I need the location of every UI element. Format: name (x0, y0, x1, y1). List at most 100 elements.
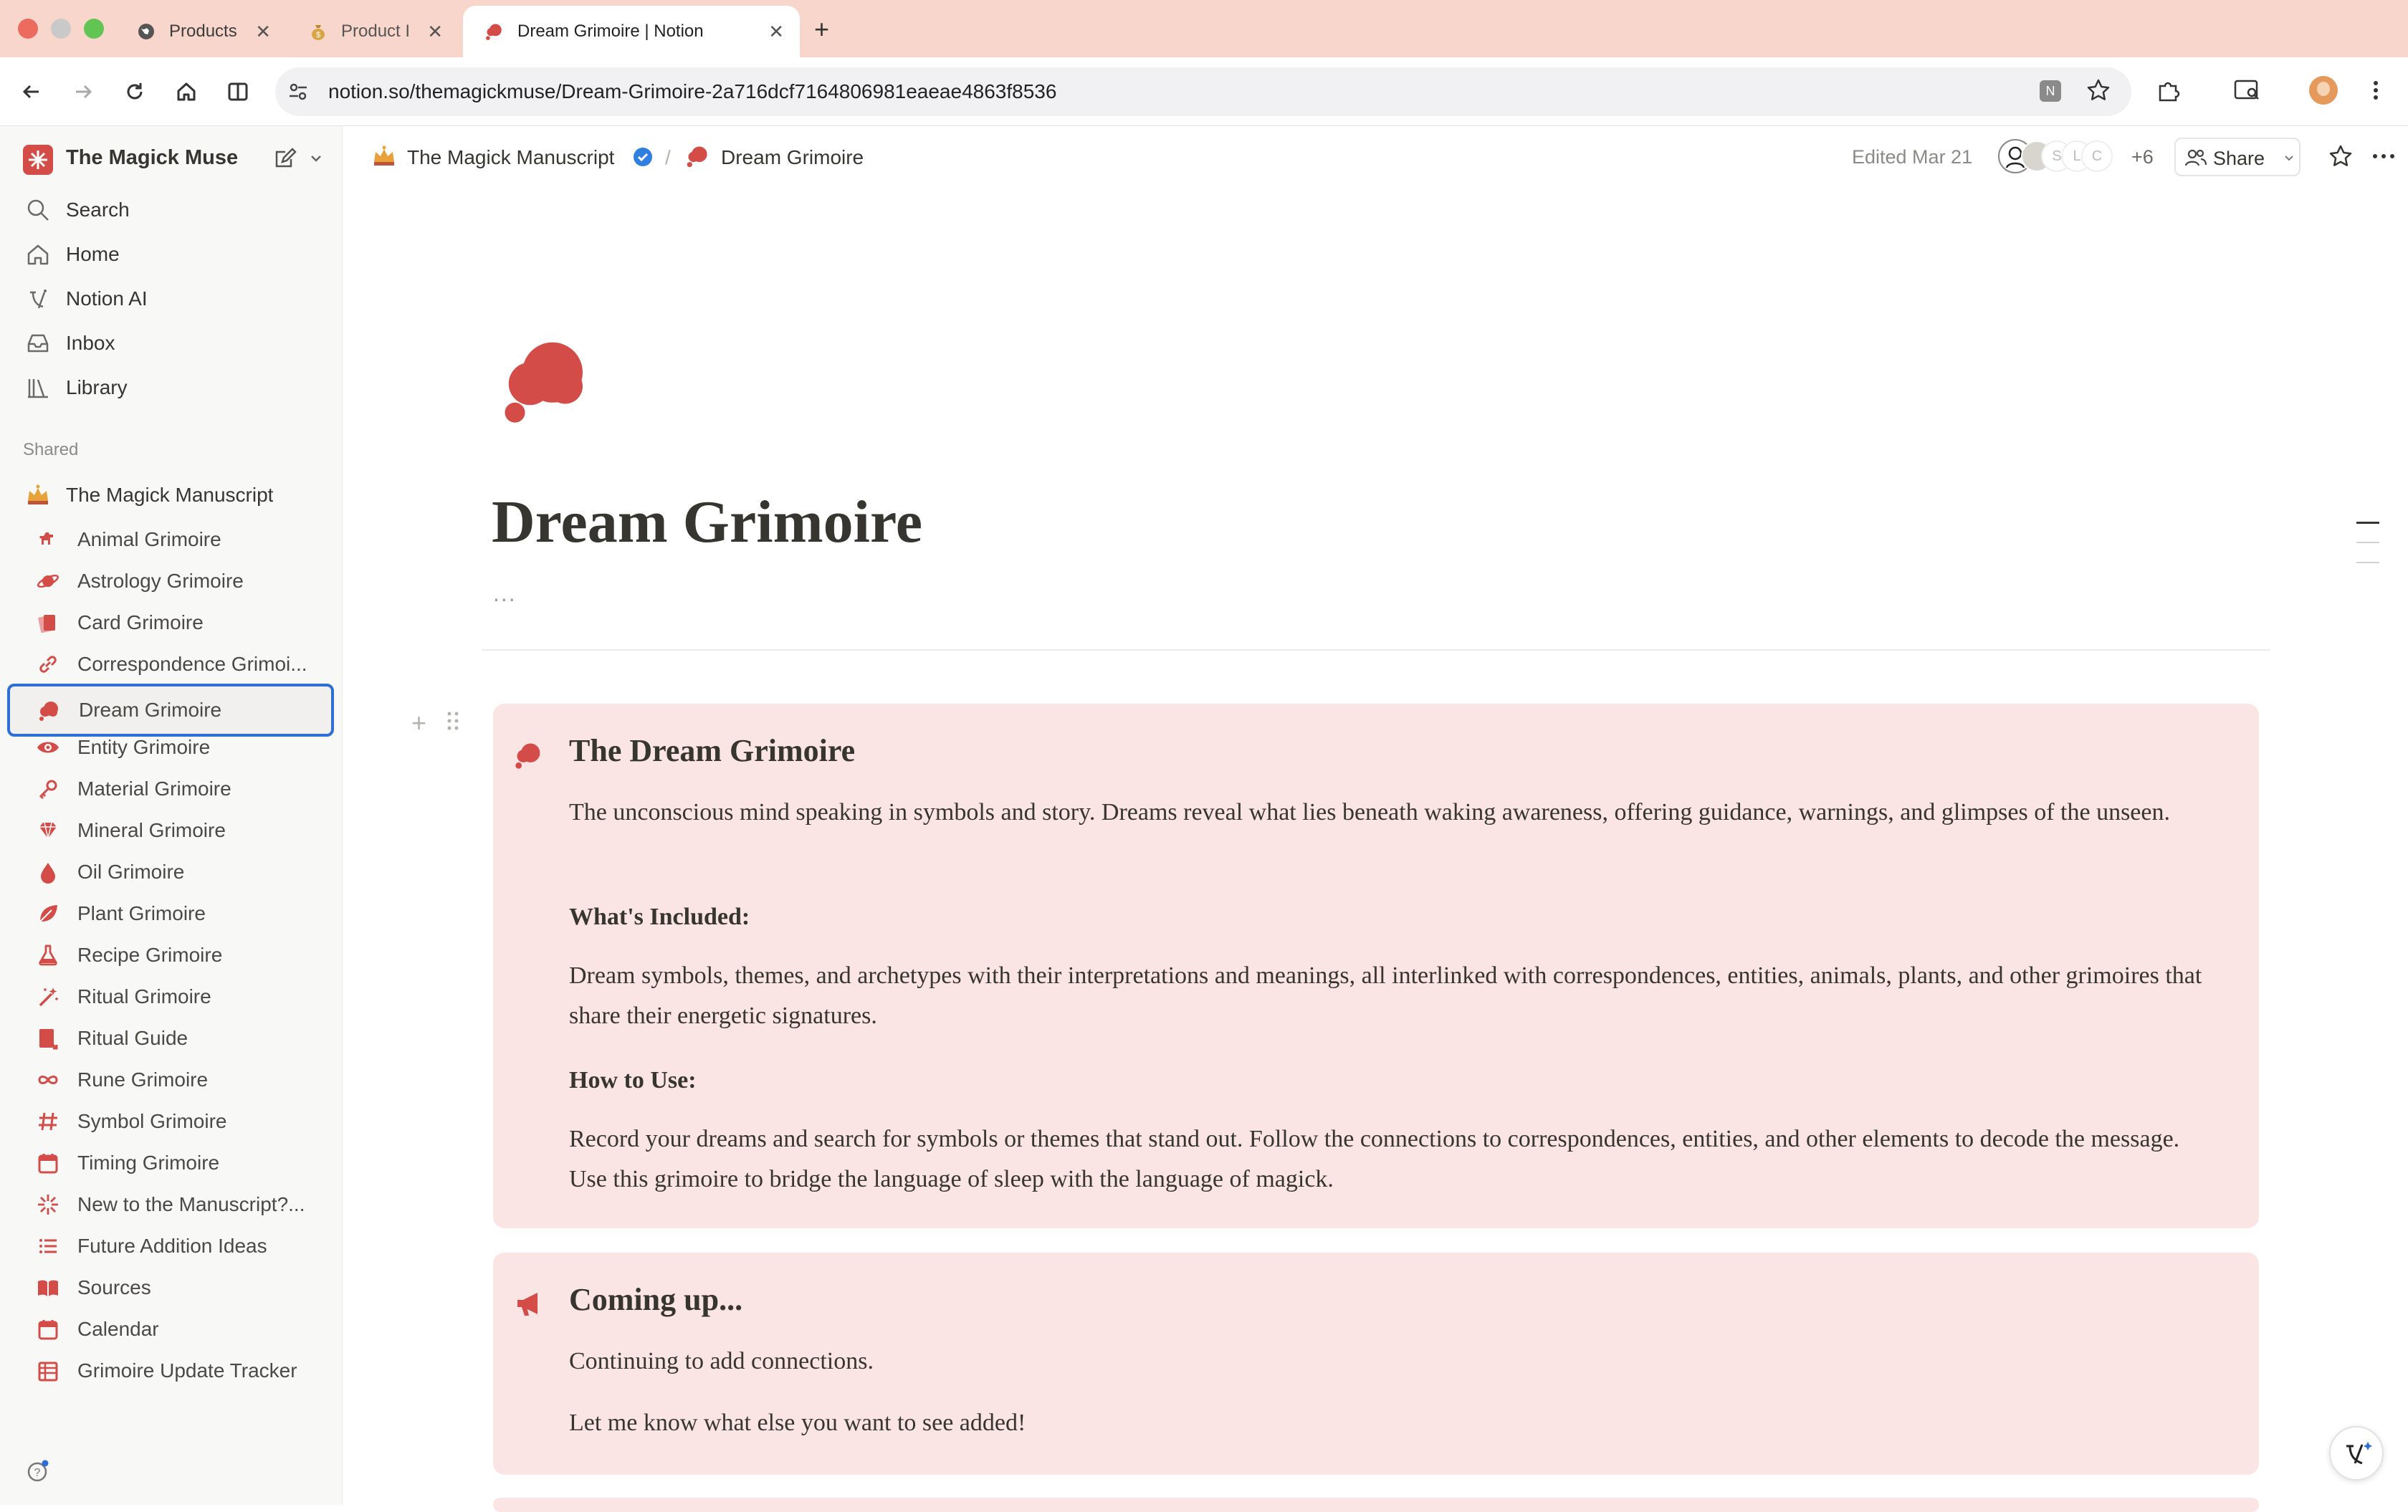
page-icon-dream-cloud[interactable] (497, 331, 598, 431)
sparkle-icon (34, 1191, 62, 1218)
sidebar-item-future-addition-ideas[interactable]: Future Addition Ideas (9, 1225, 335, 1267)
help-icon[interactable]: ? (26, 1459, 50, 1483)
sidebar-item-new-to-the-manuscript[interactable]: New to the Manuscript?... (9, 1184, 335, 1225)
sidebar-item-label: Dream Grimoire (79, 699, 222, 721)
sidebar-item-ritual-grimoire[interactable]: Ritual Grimoire (9, 976, 335, 1018)
sidebar-item-material-grimoire[interactable]: Material Grimoire (9, 768, 335, 810)
notion-extension-icon[interactable]: N (2040, 80, 2061, 102)
notion-ai-button[interactable] (2329, 1426, 2384, 1480)
sidebar-item-magick-manuscript[interactable]: The Magick Manuscript (9, 474, 335, 516)
new-page-icon[interactable] (272, 146, 298, 172)
forward-button[interactable] (69, 77, 97, 106)
sidebar-item-timing-grimoire[interactable]: Timing Grimoire (9, 1142, 335, 1184)
callout-heading[interactable]: Coming up... (569, 1281, 742, 1318)
dream-cloud-icon (484, 21, 505, 42)
toc-indicator[interactable] (2356, 562, 2379, 563)
sidebar-item-label: Library (66, 376, 128, 398)
breadcrumb-root[interactable]: The Magick Manuscript (407, 146, 614, 169)
callout-subheading[interactable]: What's Included: (569, 897, 750, 937)
money-bag-icon: $ (308, 21, 328, 42)
sidebar-item-grimoire-update-tracker[interactable]: Grimoire Update Tracker (9, 1350, 335, 1392)
eye-icon (34, 734, 62, 761)
sidebar-item-rune-grimoire[interactable]: Rune Grimoire (9, 1059, 335, 1101)
sidebar-item-ritual-guide[interactable]: Ritual Guide (9, 1018, 335, 1059)
callout-next (493, 1498, 2259, 1512)
callout-subheading[interactable]: How to Use: (569, 1061, 697, 1101)
page-title[interactable]: Dream Grimoire (492, 487, 922, 557)
maximize-window-button[interactable] (84, 19, 104, 39)
callout-heading[interactable]: The Dream Grimoire (569, 732, 855, 769)
breadcrumb-current[interactable]: Dream Grimoire (721, 146, 864, 169)
close-tab-icon[interactable]: ✕ (427, 21, 443, 43)
calendar-icon (34, 1316, 62, 1343)
browser-tab-dream-grimoire[interactable]: Dream Grimoire | Notion ✕ (463, 6, 800, 57)
browser-tab-products[interactable]: Products ✕ (115, 6, 287, 57)
sidebar-item-notion-ai[interactable]: Notion AI (9, 278, 335, 320)
table-icon (34, 1357, 62, 1384)
sidebar-item-oil-grimoire[interactable]: Oil Grimoire (9, 851, 335, 893)
favorite-star-icon[interactable] (2328, 143, 2354, 169)
sidebar-item-label: Astrology Grimoire (77, 570, 244, 592)
collaborators-count[interactable]: +6 (2131, 146, 2154, 168)
extensions-puzzle-icon[interactable] (2156, 77, 2182, 103)
workspace-name[interactable]: The Magick Muse (66, 146, 238, 170)
toc-indicator[interactable] (2356, 542, 2379, 543)
drag-handle-icon[interactable] (444, 709, 462, 732)
callout-paragraph[interactable]: Record your dreams and search for symbol… (569, 1119, 2217, 1200)
tab-search-icon[interactable] (2233, 77, 2262, 103)
callout-paragraph[interactable]: Continuing to add connections. (569, 1341, 874, 1382)
verified-badge-icon (632, 146, 654, 168)
workspace-logo (23, 145, 53, 175)
sidebar-item-correspondence-grimoi[interactable]: Correspondence Grimoi... (9, 643, 335, 685)
callout-paragraph[interactable]: Dream symbols, themes, and archetypes wi… (569, 956, 2217, 1036)
share-button[interactable]: Share (2174, 138, 2300, 176)
profile-avatar[interactable] (2309, 76, 2338, 105)
bookmark-star-icon[interactable] (2086, 77, 2111, 103)
chevron-down-icon[interactable] (308, 150, 324, 166)
close-tab-icon[interactable]: ✕ (768, 21, 784, 43)
sidebar-item-label: Home (66, 243, 120, 265)
close-window-button[interactable] (18, 19, 38, 39)
side-panel-icon[interactable] (224, 77, 252, 106)
sidebar-item-entity-grimoire[interactable]: Entity Grimoire (9, 727, 335, 768)
sidebar-item-label: Ritual Grimoire (77, 985, 211, 1008)
callout-paragraph[interactable]: The unconscious mind speaking in symbols… (569, 793, 2217, 833)
sidebar-item-label: The Magick Manuscript (66, 484, 274, 506)
flask-icon (34, 942, 62, 969)
home-button[interactable] (172, 77, 201, 106)
sidebar-item-symbol-grimoire[interactable]: Symbol Grimoire (9, 1101, 335, 1142)
sidebar-item-plant-grimoire[interactable]: Plant Grimoire (9, 893, 335, 934)
more-options-icon[interactable] (2369, 143, 2398, 169)
avatar[interactable]: C (2081, 140, 2113, 172)
sidebar-item-home[interactable]: Home (9, 234, 335, 275)
properties-toggle[interactable]: ... (493, 580, 517, 607)
url-text[interactable]: notion.so/themagickmuse/Dream-Grimoire-2… (328, 80, 1056, 103)
sidebar-item-library[interactable]: Library (9, 367, 335, 408)
sidebar-item-sources[interactable]: Sources (9, 1267, 335, 1308)
sidebar-item-mineral-grimoire[interactable]: Mineral Grimoire (9, 810, 335, 851)
leaf-icon (34, 900, 62, 927)
sidebar-item-astrology-grimoire[interactable]: Astrology Grimoire (9, 560, 335, 602)
sidebar-item-recipe-grimoire[interactable]: Recipe Grimoire (9, 934, 335, 976)
sidebar-item-search[interactable]: Search (9, 189, 335, 231)
browser-tab-product[interactable]: $ Product I ✕ (287, 6, 459, 57)
close-tab-icon[interactable]: ✕ (255, 21, 271, 43)
back-button[interactable] (17, 77, 46, 106)
sidebar-item-animal-grimoire[interactable]: Animal Grimoire (9, 519, 335, 560)
manuscript-crown-icon (24, 482, 52, 509)
toc-indicator[interactable] (2356, 522, 2379, 524)
sidebar-item-inbox[interactable]: Inbox (9, 322, 335, 364)
minimize-window-button[interactable] (51, 19, 71, 39)
reload-button[interactable] (120, 77, 149, 106)
browser-menu-icon[interactable] (2365, 77, 2386, 103)
new-tab-button[interactable]: + (814, 14, 829, 44)
sidebar-item-label: Mineral Grimoire (77, 819, 226, 841)
sidebar-item-calendar[interactable]: Calendar (9, 1308, 335, 1350)
callout-paragraph[interactable]: Let me know what else you want to see ad… (569, 1403, 1026, 1443)
site-settings-icon[interactable] (287, 80, 310, 103)
add-block-icon[interactable]: + (411, 708, 426, 738)
svg-text:$: $ (316, 31, 320, 39)
tab-title: Products (169, 21, 237, 41)
sidebar-item-card-grimoire[interactable]: Card Grimoire (9, 602, 335, 643)
open-book-icon (34, 1274, 62, 1301)
